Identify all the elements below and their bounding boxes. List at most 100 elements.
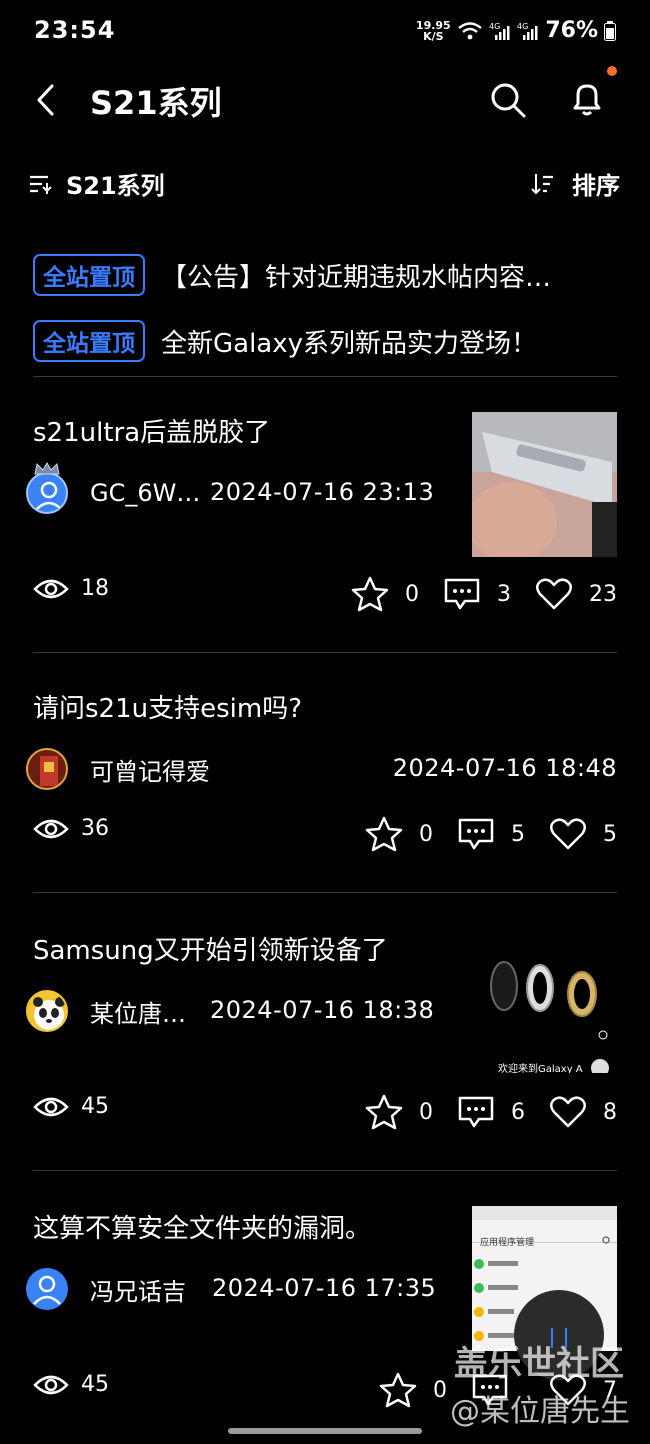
heart-icon xyxy=(536,578,572,610)
post-actions: 0 5 5 xyxy=(349,816,617,852)
view-count-value: 36 xyxy=(81,816,109,841)
battery-icon xyxy=(604,20,616,41)
view-count-value: 45 xyxy=(81,1372,109,1397)
net-speed: 19.95 K/S xyxy=(415,18,451,43)
view-count: 18 xyxy=(33,576,109,601)
author-name: 可曾记得爱 xyxy=(90,757,210,786)
like-count: 23 xyxy=(589,581,617,607)
bell-icon[interactable] xyxy=(566,78,608,120)
star-icon xyxy=(365,816,403,852)
svg-text:4G: 4G xyxy=(489,22,500,31)
post-stats: 36 0 5 5 xyxy=(33,816,617,856)
post-thumbnail[interactable]: 欢迎来到Galaxy A xyxy=(472,928,617,1073)
view-count: 45 xyxy=(33,1094,109,1119)
author-name: GC_6W… xyxy=(90,479,201,507)
filter-bar: S21系列 排序 xyxy=(0,160,650,204)
battery-percent: 76% xyxy=(545,18,598,43)
comment-icon xyxy=(458,818,494,850)
divider xyxy=(33,892,617,893)
post-author[interactable]: GC_6W… xyxy=(26,472,200,514)
favorite-count: 0 xyxy=(419,1099,433,1125)
status-bar: 23:54 19.95 K/S 4G 4G 76% xyxy=(0,0,650,60)
like-button[interactable]: 23 xyxy=(535,577,617,611)
category-label: S21系列 xyxy=(66,172,165,200)
avatar xyxy=(26,990,68,1032)
favorite-button[interactable]: 0 xyxy=(365,816,433,852)
post-date: 2024-07-16 23:13 xyxy=(210,478,435,506)
view-count-value: 45 xyxy=(81,1094,109,1119)
status-icons: 19.95 K/S 4G 4G 76% xyxy=(415,18,616,43)
post-stats: 18 0 3 23 xyxy=(33,576,617,616)
pinned-title: 全新Galaxy系列新品实力登场！ xyxy=(161,328,538,359)
post-date: 2024-07-16 18:48 xyxy=(392,754,617,782)
avatar xyxy=(26,1268,68,1310)
author-name: 某位唐… xyxy=(90,999,186,1028)
favorite-count: 0 xyxy=(433,1377,447,1403)
post-actions: 0 3 23 xyxy=(335,576,617,612)
pinned-post-2[interactable]: 全站置顶 全新Galaxy系列新品实力登场！ xyxy=(33,320,623,362)
comment-button[interactable]: 5 xyxy=(457,817,525,851)
filter-icon xyxy=(30,175,52,194)
sort-label: 排序 xyxy=(572,172,620,200)
comment-button[interactable]: 3 xyxy=(443,577,511,611)
star-icon xyxy=(351,576,389,612)
post-thumbnail[interactable] xyxy=(472,412,617,557)
favorite-count: 0 xyxy=(405,581,419,607)
comment-button[interactable]: 6 xyxy=(457,1095,525,1129)
view-count-value: 18 xyxy=(81,576,109,601)
like-button[interactable]: 8 xyxy=(549,1095,617,1129)
post-author[interactable]: 某位唐… xyxy=(26,990,186,1032)
post-title: Samsung又开始引领新设备了 xyxy=(33,936,388,966)
post-title: 这算不算安全文件夹的漏洞。 xyxy=(33,1214,372,1244)
home-indicator[interactable] xyxy=(228,1428,422,1434)
comment-count: 5 xyxy=(511,821,525,847)
eye-icon xyxy=(33,1097,69,1116)
pinned-post-1[interactable]: 全站置顶 【公告】针对近期违规水帖内容… xyxy=(33,254,623,296)
favorite-button[interactable]: 0 xyxy=(379,1372,447,1408)
post-date: 2024-07-16 17:35 xyxy=(212,1274,437,1302)
sort-icon xyxy=(531,173,553,194)
pinned-title: 【公告】针对近期违规水帖内容… xyxy=(161,262,552,293)
svg-text:4G: 4G xyxy=(517,22,528,31)
author-name: 冯兄话吉 xyxy=(90,1277,186,1306)
heart-icon xyxy=(550,818,586,850)
back-arrow-icon[interactable] xyxy=(30,80,64,120)
avatar xyxy=(26,472,68,514)
page-title: S21系列 xyxy=(90,84,222,122)
comment-icon xyxy=(444,578,480,610)
like-count: 8 xyxy=(603,1099,617,1125)
watermark-site: 盖乐世社区 xyxy=(454,1344,624,1384)
view-count: 36 xyxy=(33,816,109,841)
post-title: 请问s21u支持esim吗? xyxy=(33,694,303,724)
eye-icon xyxy=(33,579,69,598)
top-bar: S21系列 xyxy=(0,60,650,140)
view-count: 45 xyxy=(33,1372,109,1397)
favorite-button[interactable]: 0 xyxy=(365,1094,433,1130)
crown-icon xyxy=(34,462,60,475)
signal-4g-icon-1: 4G xyxy=(489,22,510,40)
like-button[interactable]: 5 xyxy=(549,817,617,851)
post-title: s21ultra后盖脱胶了 xyxy=(33,418,271,448)
category-filter[interactable]: S21系列 xyxy=(28,166,165,201)
post-stats: 45 0 6 8 xyxy=(33,1094,617,1134)
like-count: 5 xyxy=(603,821,617,847)
favorite-button[interactable]: 0 xyxy=(351,576,419,612)
pinned-badge: 全站置顶 xyxy=(33,320,145,362)
sort-button[interactable]: 排序 xyxy=(530,166,620,201)
wifi-icon xyxy=(458,21,483,39)
thumbnail-caption: 欢迎来到Galaxy A xyxy=(498,1064,583,1073)
comment-icon xyxy=(458,1096,494,1128)
comment-count: 3 xyxy=(497,581,511,607)
post-actions: 0 6 8 xyxy=(349,1094,617,1130)
divider xyxy=(33,1170,617,1171)
status-time: 23:54 xyxy=(34,16,116,44)
eye-icon xyxy=(33,1375,69,1394)
search-icon[interactable] xyxy=(488,80,528,120)
star-icon xyxy=(379,1372,417,1408)
post-author[interactable]: 冯兄话吉 xyxy=(26,1268,186,1310)
post-date: 2024-07-16 18:38 xyxy=(210,996,435,1024)
post-author[interactable]: 可曾记得爱 xyxy=(26,748,210,790)
pinned-badge: 全站置顶 xyxy=(33,254,145,296)
divider xyxy=(33,376,617,377)
avatar xyxy=(26,748,68,790)
